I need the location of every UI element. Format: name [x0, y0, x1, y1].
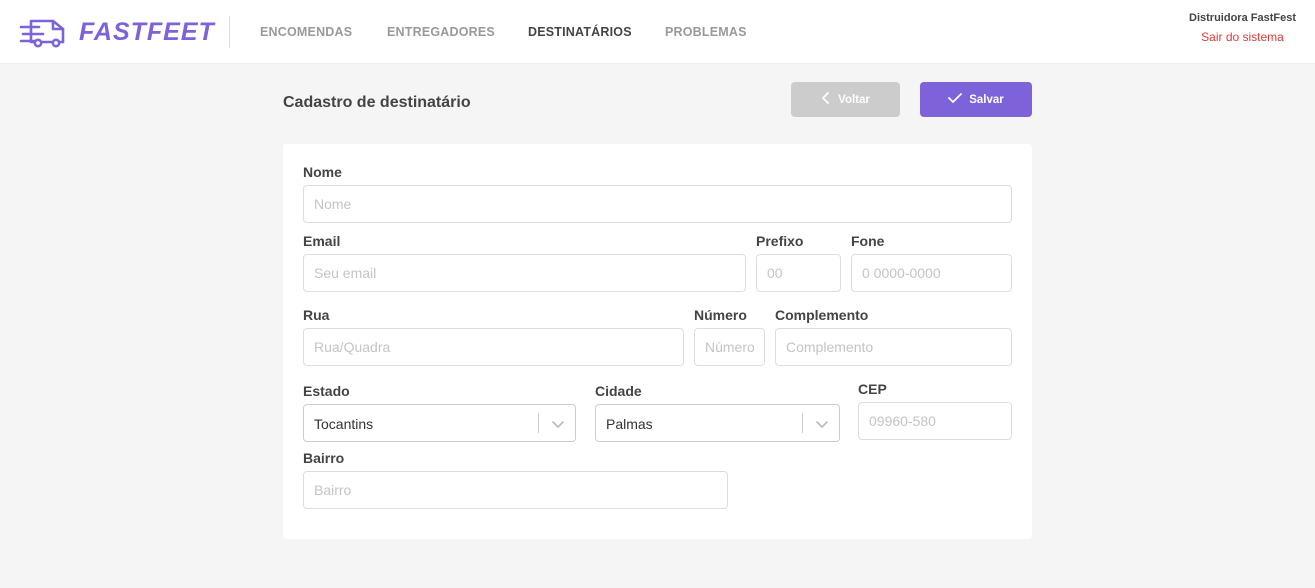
nav-destinatarios[interactable]: DESTINATÁRIOS [528, 25, 632, 39]
rua-label: Rua [303, 307, 330, 323]
email-input[interactable] [303, 254, 746, 292]
logo-text: FASTFEET [79, 17, 215, 46]
check-icon [948, 92, 969, 107]
estado-select[interactable]: Tocantins [303, 404, 576, 442]
select-separator [802, 413, 803, 433]
rua-input[interactable] [303, 328, 684, 366]
back-button-label: Voltar [838, 93, 870, 106]
user-name: Distruidora FastFest [1189, 12, 1296, 24]
cidade-label: Cidade [595, 383, 642, 399]
email-label: Email [303, 233, 341, 249]
nav-encomendas[interactable]: ENCOMENDAS [260, 25, 352, 39]
complemento-label: Complemento [775, 307, 869, 323]
back-button[interactable]: Voltar [791, 82, 900, 117]
numero-input[interactable] [694, 328, 765, 366]
select-separator [538, 413, 539, 433]
nome-label: Nome [303, 164, 342, 180]
prefixo-label: Prefixo [756, 233, 804, 249]
save-button[interactable]: Salvar [920, 82, 1032, 117]
page-title: Cadastro de destinatário [283, 94, 471, 111]
numero-label: Número [694, 307, 747, 323]
bairro-label: Bairro [303, 450, 345, 466]
chevron-down-icon[interactable] [551, 417, 565, 435]
logo[interactable]: FASTFEET [19, 15, 215, 49]
top-bar: FASTFEET ENCOMENDAS ENTREGADORES DESTINA… [0, 0, 1315, 64]
user-panel: Distruidora FastFest Sair do sistema [1189, 12, 1296, 44]
estado-select-value: Tocantins [314, 416, 374, 432]
logout-link[interactable]: Sair do sistema [1189, 30, 1296, 44]
header-divider [229, 16, 230, 48]
truck-icon [19, 15, 71, 49]
chevron-left-icon [821, 92, 838, 107]
nome-input[interactable] [303, 185, 1012, 223]
fone-label: Fone [851, 233, 885, 249]
complemento-input[interactable] [775, 328, 1012, 366]
nav-problemas[interactable]: PROBLEMAS [665, 25, 747, 39]
estado-label: Estado [303, 383, 350, 399]
fone-input[interactable] [851, 254, 1012, 292]
cep-label: CEP [858, 381, 887, 397]
save-button-label: Salvar [969, 93, 1004, 106]
cep-input[interactable] [858, 402, 1012, 440]
bairro-input[interactable] [303, 471, 728, 509]
nav-entregadores[interactable]: ENTREGADORES [387, 25, 495, 39]
cidade-select[interactable]: Palmas [595, 404, 840, 442]
prefixo-input[interactable] [756, 254, 841, 292]
recipient-form: Nome Email Prefixo Fone Rua Número Compl… [283, 144, 1032, 539]
chevron-down-icon[interactable] [815, 417, 829, 435]
cidade-select-value: Palmas [606, 416, 653, 432]
